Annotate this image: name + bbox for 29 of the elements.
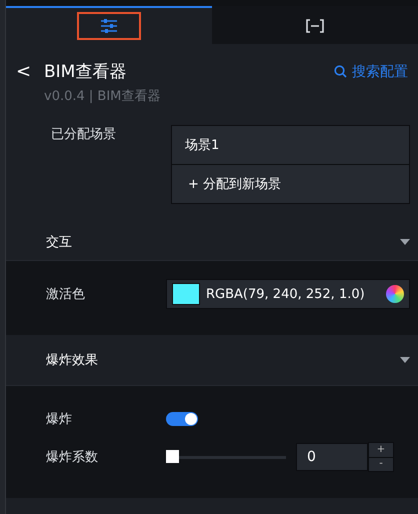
color-value: RGBA(79, 240, 252, 1.0) <box>206 286 366 302</box>
toggle-switch[interactable] <box>166 412 198 426</box>
field-label: 已分配场景 <box>51 126 117 144</box>
search-config-link[interactable]: 搜索配置 <box>334 62 408 80</box>
panel-title: BIM查看器 <box>44 61 128 83</box>
scene-item[interactable]: 场景1 <box>172 126 409 165</box>
version-text: v0.0.4 | BIM查看器 <box>44 88 162 105</box>
color-wheel-icon[interactable] <box>386 285 404 303</box>
field-label: 激活色 <box>46 286 86 303</box>
decrement-button[interactable]: - <box>369 458 393 471</box>
color-field[interactable]: RGBA(79, 240, 252, 1.0) <box>166 279 410 309</box>
tab[interactable] <box>6 6 212 44</box>
sliders-icon <box>100 19 118 33</box>
chevron-down-icon[interactable] <box>400 239 410 245</box>
field-label: 爆炸 <box>46 411 73 428</box>
chevron-down-icon[interactable] <box>400 357 410 363</box>
slider-thumb[interactable] <box>166 450 179 462</box>
increment-button[interactable]: + <box>369 443 393 458</box>
section-header[interactable]: 交互 <box>6 224 418 261</box>
back-button[interactable]: < <box>16 61 44 82</box>
section-title: 爆炸效果 <box>46 352 99 369</box>
section-header[interactable]: 爆炸效果 <box>6 335 418 386</box>
collapse-brackets-icon <box>306 19 324 33</box>
number-input[interactable]: 0 <box>296 443 368 471</box>
add-scene-button[interactable]: + 分配到新场景 <box>172 165 409 203</box>
section-title: 交互 <box>46 234 73 251</box>
color-swatch[interactable] <box>172 283 200 305</box>
field-label: 爆炸系数 <box>46 449 99 466</box>
search-icon[interactable] <box>334 65 347 78</box>
